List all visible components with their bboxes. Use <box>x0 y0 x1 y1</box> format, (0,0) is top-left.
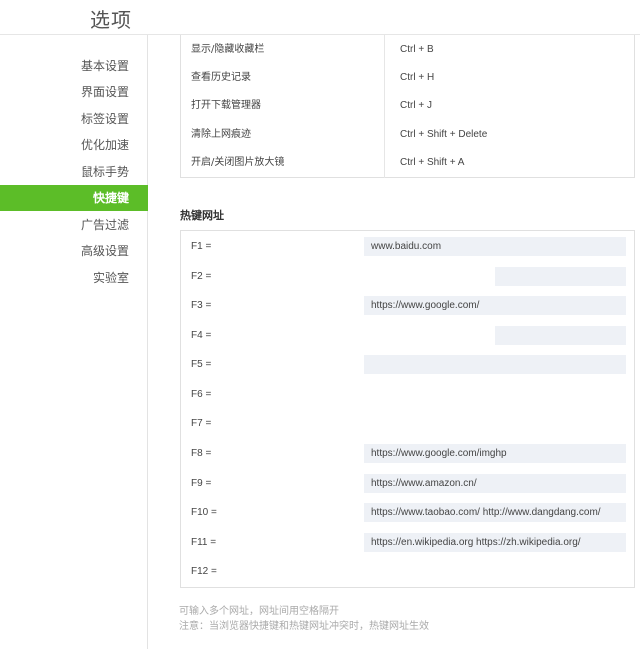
sidebar-item-tabs[interactable]: 标签设置 <box>0 106 148 132</box>
shortcut-table: 显示/隐藏收藏栏 Ctrl + B 查看历史记录 Ctrl + H 打开下载管理… <box>180 35 635 178</box>
shortcut-row[interactable]: 开启/关闭图片放大镜 Ctrl + Shift + A <box>181 149 636 177</box>
hotkey-label: F12 = <box>191 566 217 577</box>
hotkey-row: F5 = <box>181 350 636 380</box>
hotkey-row: F8 = <box>181 439 636 469</box>
shortcut-key[interactable]: Ctrl + J <box>400 92 432 120</box>
hotkey-url-input-f2[interactable] <box>495 267 626 286</box>
shortcut-row[interactable]: 显示/隐藏收藏栏 Ctrl + B <box>181 36 636 64</box>
hotkey-row: F10 = <box>181 498 636 528</box>
hotkey-row: F3 = <box>181 291 636 321</box>
hotkey-label: F3 = <box>191 300 212 311</box>
hotkey-url-table: F1 = F2 = F3 = F4 = F5 = F6 = F7 = F8 = <box>180 230 635 588</box>
shortcut-name: 清除上网痕迹 <box>191 129 251 140</box>
hotkey-label: F10 = <box>191 507 217 518</box>
sidebar-item-mouse-gesture[interactable]: 鼠标手势 <box>0 159 148 185</box>
note-multiple-urls: 可输入多个网址，网址间用空格隔开 <box>179 606 339 617</box>
hotkey-url-input-f10[interactable] <box>364 503 626 522</box>
hotkey-label: F9 = <box>191 478 212 489</box>
hotkey-row: F9 = <box>181 469 636 499</box>
hotkey-row: F7 = <box>181 409 636 439</box>
hotkey-label: F4 = <box>191 330 212 341</box>
hotkey-row: F6 = <box>181 380 636 410</box>
shortcut-row[interactable]: 清除上网痕迹 Ctrl + Shift + Delete <box>181 121 636 149</box>
hotkey-label: F7 = <box>191 418 212 429</box>
hotkey-row: F11 = <box>181 528 636 558</box>
page-title: 选项 <box>90 8 132 32</box>
hotkey-label: F11 = <box>191 537 217 548</box>
main-content: 显示/隐藏收藏栏 Ctrl + B 查看历史记录 Ctrl + H 打开下载管理… <box>149 35 640 649</box>
hotkey-url-input-f4[interactable] <box>495 326 626 345</box>
shortcut-key[interactable]: Ctrl + Shift + Delete <box>400 121 487 149</box>
hotkey-label: F5 = <box>191 359 212 370</box>
sidebar-item-basic[interactable]: 基本设置 <box>0 53 148 79</box>
sidebar-item-interface[interactable]: 界面设置 <box>0 79 148 105</box>
sidebar: 基本设置 界面设置 标签设置 优化加速 鼠标手势 快捷键 广告过滤 高级设置 实… <box>0 35 148 649</box>
hotkey-url-input-f1[interactable] <box>364 237 626 256</box>
shortcut-row[interactable]: 查看历史记录 Ctrl + H <box>181 64 636 92</box>
hotkey-section-title: 热键网址 <box>180 209 224 222</box>
hotkey-row: F12 = <box>181 557 636 587</box>
hotkey-row: F1 = <box>181 232 636 262</box>
hotkey-label: F1 = <box>191 241 212 252</box>
hotkey-url-input-f5[interactable] <box>364 355 626 374</box>
note-conflict: 注意：当浏览器快捷键和热键网址冲突时，热键网址生效 <box>179 621 429 632</box>
sidebar-item-shortcuts[interactable]: 快捷键 <box>0 185 148 211</box>
shortcut-key[interactable]: Ctrl + B <box>400 36 434 64</box>
hotkey-url-input-f11[interactable] <box>364 533 626 552</box>
hotkey-label: F2 = <box>191 271 212 282</box>
hotkey-url-input-f9[interactable] <box>364 474 626 493</box>
hotkey-row: F4 = <box>181 321 636 351</box>
hotkey-label: F8 = <box>191 448 212 459</box>
hotkey-url-input-f8[interactable] <box>364 444 626 463</box>
sidebar-item-advanced[interactable]: 高级设置 <box>0 238 148 264</box>
hotkey-label: F6 = <box>191 389 212 400</box>
shortcut-name: 开启/关闭图片放大镜 <box>191 157 285 168</box>
sidebar-item-optimize[interactable]: 优化加速 <box>0 132 148 158</box>
shortcut-name: 打开下载管理器 <box>191 100 261 111</box>
sidebar-item-lab[interactable]: 实验室 <box>0 265 148 291</box>
shortcut-key[interactable]: Ctrl + Shift + A <box>400 149 464 177</box>
shortcut-row[interactable]: 打开下载管理器 Ctrl + J <box>181 92 636 120</box>
hotkey-row: F2 = <box>181 262 636 292</box>
hotkey-notes: 可输入多个网址，网址间用空格隔开 注意：当浏览器快捷键和热键网址冲突时，热键网址… <box>179 604 429 634</box>
shortcut-name: 查看历史记录 <box>191 72 251 83</box>
sidebar-item-adblock[interactable]: 广告过滤 <box>0 212 148 238</box>
hotkey-url-input-f3[interactable] <box>364 296 626 315</box>
shortcut-key[interactable]: Ctrl + H <box>400 64 434 92</box>
shortcut-name: 显示/隐藏收藏栏 <box>191 44 265 55</box>
